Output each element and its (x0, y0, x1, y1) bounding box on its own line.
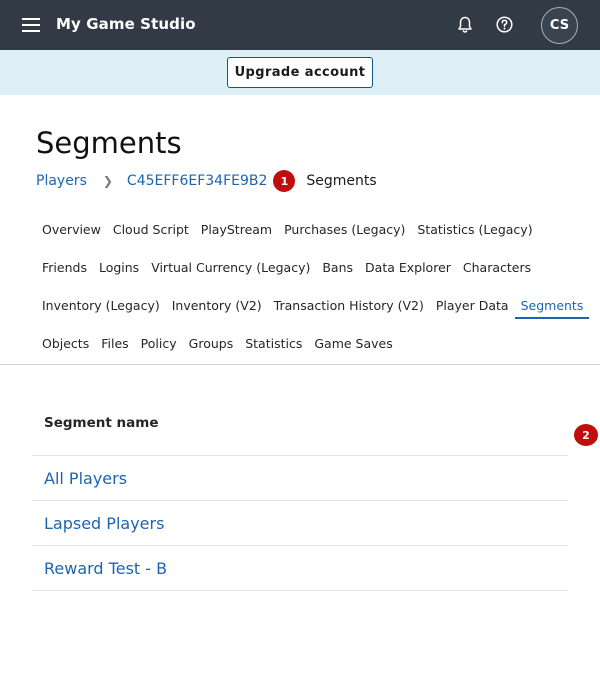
tab-purchases-legacy[interactable]: Purchases (Legacy) (278, 217, 411, 243)
upgrade-banner: Upgrade account (0, 50, 600, 95)
segment-row-lapsed-players[interactable]: Lapsed Players (32, 501, 568, 546)
app-title[interactable]: My Game Studio (56, 15, 196, 33)
tab-policy[interactable]: Policy (135, 331, 183, 357)
tab-bans[interactable]: Bans (316, 255, 359, 281)
annotation-badge-1: 1 (273, 170, 296, 192)
breadcrumb-player-id-link[interactable]: C45EFF6EF34FE9B2 (127, 173, 267, 189)
tab-statistics[interactable]: Statistics (239, 331, 308, 357)
tab-virtual-currency-legacy[interactable]: Virtual Currency (Legacy) (145, 255, 316, 281)
tab-divider (0, 364, 600, 365)
annotation-badge-2: 2 (574, 424, 598, 446)
tab-player-data[interactable]: Player Data (430, 293, 515, 319)
segment-row-reward-test-b[interactable]: Reward Test - B (32, 546, 568, 591)
breadcrumb-players-link[interactable]: Players (36, 173, 87, 189)
tab-transaction-history-v2[interactable]: Transaction History (V2) (268, 293, 430, 319)
tab-playstream[interactable]: PlayStream (195, 217, 278, 243)
tab-objects[interactable]: Objects (36, 331, 95, 357)
segment-row-all-players[interactable]: All Players (32, 456, 568, 501)
tab-row-4: Objects Files Policy Groups Statistics G… (36, 331, 399, 357)
tab-row-2: Friends Logins Virtual Currency (Legacy)… (36, 255, 537, 281)
tab-inventory-v2[interactable]: Inventory (V2) (166, 293, 268, 319)
breadcrumb-current: Segments (306, 173, 377, 189)
tab-files[interactable]: Files (95, 331, 134, 357)
tab-data-explorer[interactable]: Data Explorer (359, 255, 457, 281)
top-bar: My Game Studio CS (0, 0, 600, 50)
tab-characters[interactable]: Characters (457, 255, 537, 281)
tab-cloud-script[interactable]: Cloud Script (107, 217, 195, 243)
menu-icon[interactable] (22, 18, 40, 32)
bell-icon[interactable] (457, 16, 473, 34)
tab-logins[interactable]: Logins (93, 255, 145, 281)
tab-groups[interactable]: Groups (183, 331, 240, 357)
tab-segments[interactable]: Segments (514, 293, 590, 319)
tab-row-1: Overview Cloud Script PlayStream Purchas… (36, 217, 539, 243)
page-title: Segments (36, 126, 182, 160)
avatar[interactable]: CS (541, 7, 578, 44)
chevron-right-icon: ❯ (102, 174, 113, 188)
breadcrumb: Players ❯ C45EFF6EF34FE9B2 1 Segments (36, 170, 377, 192)
tab-overview[interactable]: Overview (36, 217, 107, 243)
segments-table: Segment name All Players Lapsed Players … (32, 406, 568, 591)
tab-game-saves[interactable]: Game Saves (308, 331, 398, 357)
column-header-segment-name[interactable]: Segment name (32, 406, 568, 456)
tab-friends[interactable]: Friends (36, 255, 93, 281)
help-icon[interactable] (496, 16, 513, 33)
tab-statistics-legacy[interactable]: Statistics (Legacy) (411, 217, 538, 243)
upgrade-account-button[interactable]: Upgrade account (227, 57, 373, 88)
tab-row-3: Inventory (Legacy) Inventory (V2) Transa… (36, 293, 590, 319)
tab-inventory-legacy[interactable]: Inventory (Legacy) (36, 293, 166, 319)
